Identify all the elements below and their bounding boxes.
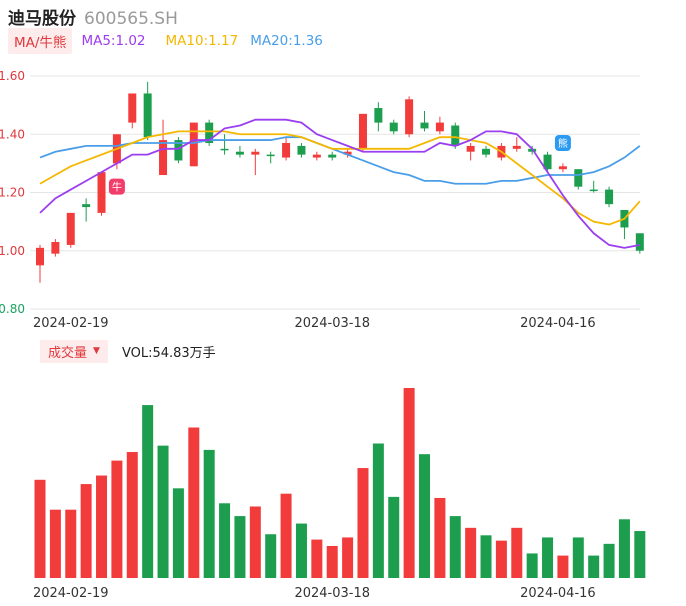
volume-bar (65, 509, 77, 578)
volume-bar (326, 545, 338, 578)
volume-bar (419, 454, 430, 578)
candle-body (420, 122, 429, 129)
volume-bar (311, 539, 323, 578)
volume-bar (142, 405, 154, 578)
candle-body (189, 122, 198, 167)
y-tick-label: 1.20 (0, 186, 25, 200)
volume-bar (557, 555, 569, 578)
candle-body (328, 154, 337, 158)
x-tick-label: 2024-03-18 (294, 316, 370, 331)
candle-body (251, 151, 260, 155)
candle-body (389, 122, 398, 132)
candle-body (605, 189, 614, 205)
candle-body (374, 108, 383, 123)
volume-bar (203, 449, 215, 578)
volume-bar (265, 534, 277, 578)
bear-marker: 熊 (554, 134, 571, 151)
volume-bar (634, 531, 646, 578)
volume-bar (480, 535, 492, 578)
volume-bar (280, 493, 292, 578)
candle-body (235, 151, 244, 155)
volume-bar (388, 496, 400, 578)
volume-bar (172, 488, 184, 578)
x-tick-label: 2024-02-19 (33, 316, 109, 331)
volume-bar (34, 479, 46, 578)
volume-bar (219, 503, 231, 578)
x-tick-label: 2024-03-18 (294, 586, 370, 601)
candle-body (159, 140, 168, 176)
x-tick-label: 2024-02-19 (33, 586, 109, 601)
volume-bar (342, 537, 354, 578)
volume-bar (234, 516, 246, 578)
volume-bar (618, 519, 630, 578)
volume-bar (403, 388, 415, 578)
candle-body (51, 242, 60, 254)
candle-body (297, 145, 306, 155)
volume-bar (49, 509, 61, 578)
y-tick-label: 1.40 (0, 127, 25, 141)
candle-body (358, 113, 367, 149)
candle-body (435, 122, 444, 132)
candle-body (482, 148, 491, 155)
volume-bar (526, 553, 538, 578)
bear-marker-label: 熊 (558, 137, 568, 150)
volume-bar (603, 543, 615, 578)
volume-bar (295, 523, 307, 578)
candlestick-chart[interactable]: 1.60 1.40 1.20 1.00 0.80 牛 熊 2024-02-19 2024-03-… (0, 0, 686, 606)
volume-bar (157, 445, 169, 578)
volume-bar (449, 516, 461, 578)
x-tick-label: 2024-04-16 (520, 586, 596, 601)
ma10-line (39, 130, 641, 226)
y-tick-label: 1.60 (0, 69, 25, 83)
candle-body (635, 233, 644, 251)
candle-body (266, 154, 275, 157)
candle-body (512, 145, 521, 149)
candle-body (97, 172, 106, 213)
y-tick-label: 1.00 (0, 244, 25, 258)
volume-bar (542, 537, 554, 578)
volume-bar (372, 443, 384, 578)
x-tick-label: 2024-04-16 (520, 316, 596, 331)
candle-body (282, 142, 291, 158)
candle-body (589, 189, 598, 192)
ma5-line (39, 118, 640, 249)
candle-body (405, 99, 414, 135)
volume-bar (357, 468, 369, 578)
volume-bar (126, 452, 138, 578)
candle-body (220, 148, 229, 151)
volume-bar (80, 484, 92, 578)
volume-bar (572, 537, 584, 578)
volume-bar (495, 540, 507, 578)
candle-body (558, 166, 567, 170)
volume-bar (434, 497, 446, 578)
candle-body (466, 145, 475, 152)
volume-bar (249, 506, 261, 578)
candle-body (128, 93, 137, 123)
candle-body (66, 212, 75, 245)
volume-bar (465, 527, 477, 578)
candle-body (574, 169, 583, 187)
bull-marker: 牛 (108, 178, 125, 195)
volume-bar (111, 460, 123, 578)
y-tick-label: 0.80 (0, 302, 25, 316)
candle-body (143, 93, 152, 138)
candle-body (312, 154, 321, 158)
volume-bar (96, 475, 108, 578)
candle-body (36, 247, 44, 266)
volume-bar (588, 555, 600, 578)
volume-bar (188, 427, 200, 578)
volume-bar (511, 527, 523, 578)
candle-body (451, 125, 460, 146)
bull-marker-label: 牛 (112, 181, 122, 194)
candle-body (82, 204, 91, 208)
